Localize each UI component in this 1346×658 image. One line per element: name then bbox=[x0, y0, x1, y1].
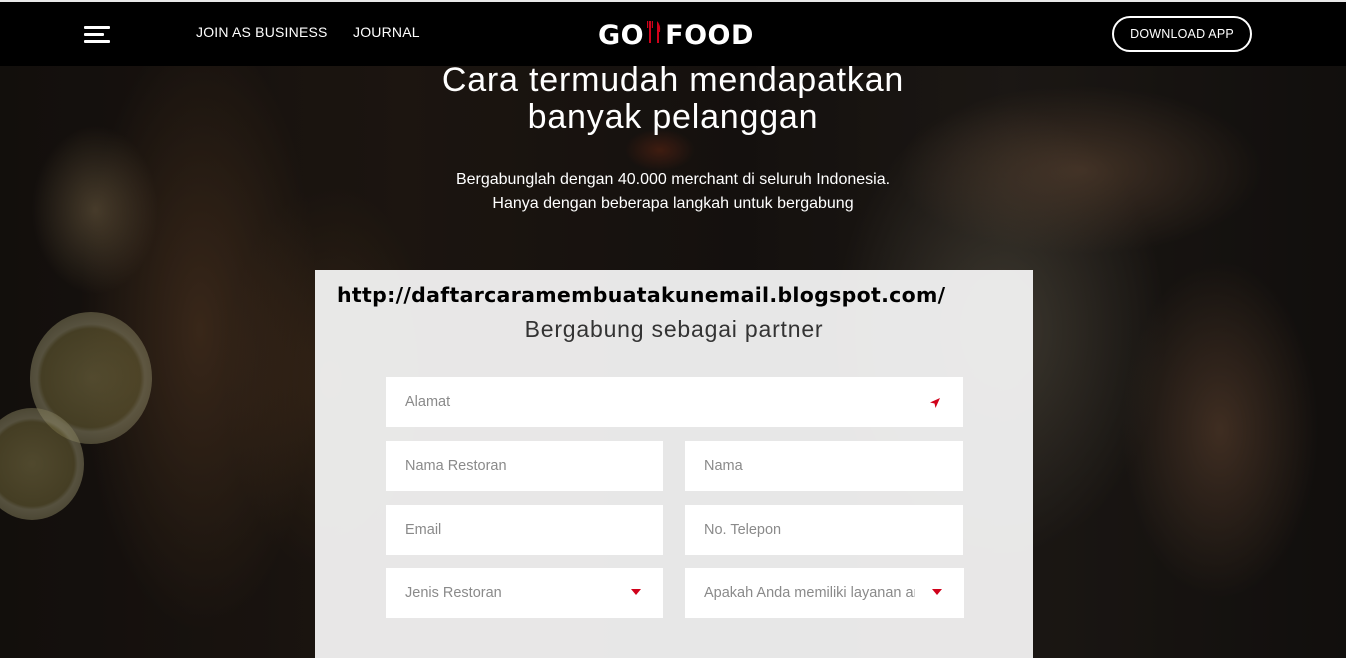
form-title: Bergabung sebagai partner bbox=[524, 316, 824, 342]
hero-subtitle: Bergabunglah dengan 40.000 merchant di s… bbox=[455, 171, 891, 212]
email-input[interactable] bbox=[386, 505, 663, 555]
nav-link-join-as-business[interactable]: JOIN AS BUSINESS bbox=[196, 24, 328, 40]
logo-text-food: FOOD bbox=[665, 19, 754, 51]
layanan-label: Apakah Anda memiliki layanan ar bbox=[704, 585, 915, 601]
chevron-down-icon bbox=[631, 589, 641, 595]
location-arrow-icon[interactable] bbox=[929, 396, 941, 408]
chevron-down-icon bbox=[932, 589, 942, 595]
gofood-logo[interactable]: GO FOOD bbox=[598, 18, 754, 52]
hamburger-menu-icon[interactable] bbox=[84, 26, 110, 44]
hero-title: Cara termudah mendapatkan banyak pelangg… bbox=[441, 61, 905, 136]
lemon-slice-decoration bbox=[30, 312, 152, 444]
jenis-restoran-label: Jenis Restoran bbox=[405, 585, 502, 601]
fork-knife-icon bbox=[647, 19, 663, 52]
download-app-button[interactable]: DOWNLOAD APP bbox=[1112, 16, 1252, 52]
lemon-slice-decoration bbox=[0, 408, 84, 520]
alamat-input[interactable] bbox=[386, 377, 963, 427]
jenis-restoran-select[interactable]: Jenis Restoran bbox=[386, 568, 663, 618]
nav-link-journal[interactable]: JOURNAL bbox=[353, 24, 420, 40]
nama-restoran-input[interactable] bbox=[386, 441, 663, 491]
logo-text-go: GO bbox=[598, 19, 645, 51]
top-navigation-bar: JOIN AS BUSINESS JOURNAL GO FOOD DOWNLOA… bbox=[0, 0, 1346, 66]
nama-input[interactable] bbox=[685, 441, 963, 491]
watermark-url: http://daftarcaramembuatakunemail.blogsp… bbox=[337, 283, 946, 307]
layanan-select[interactable]: Apakah Anda memiliki layanan ar bbox=[685, 568, 964, 618]
no-telepon-input[interactable] bbox=[685, 505, 963, 555]
